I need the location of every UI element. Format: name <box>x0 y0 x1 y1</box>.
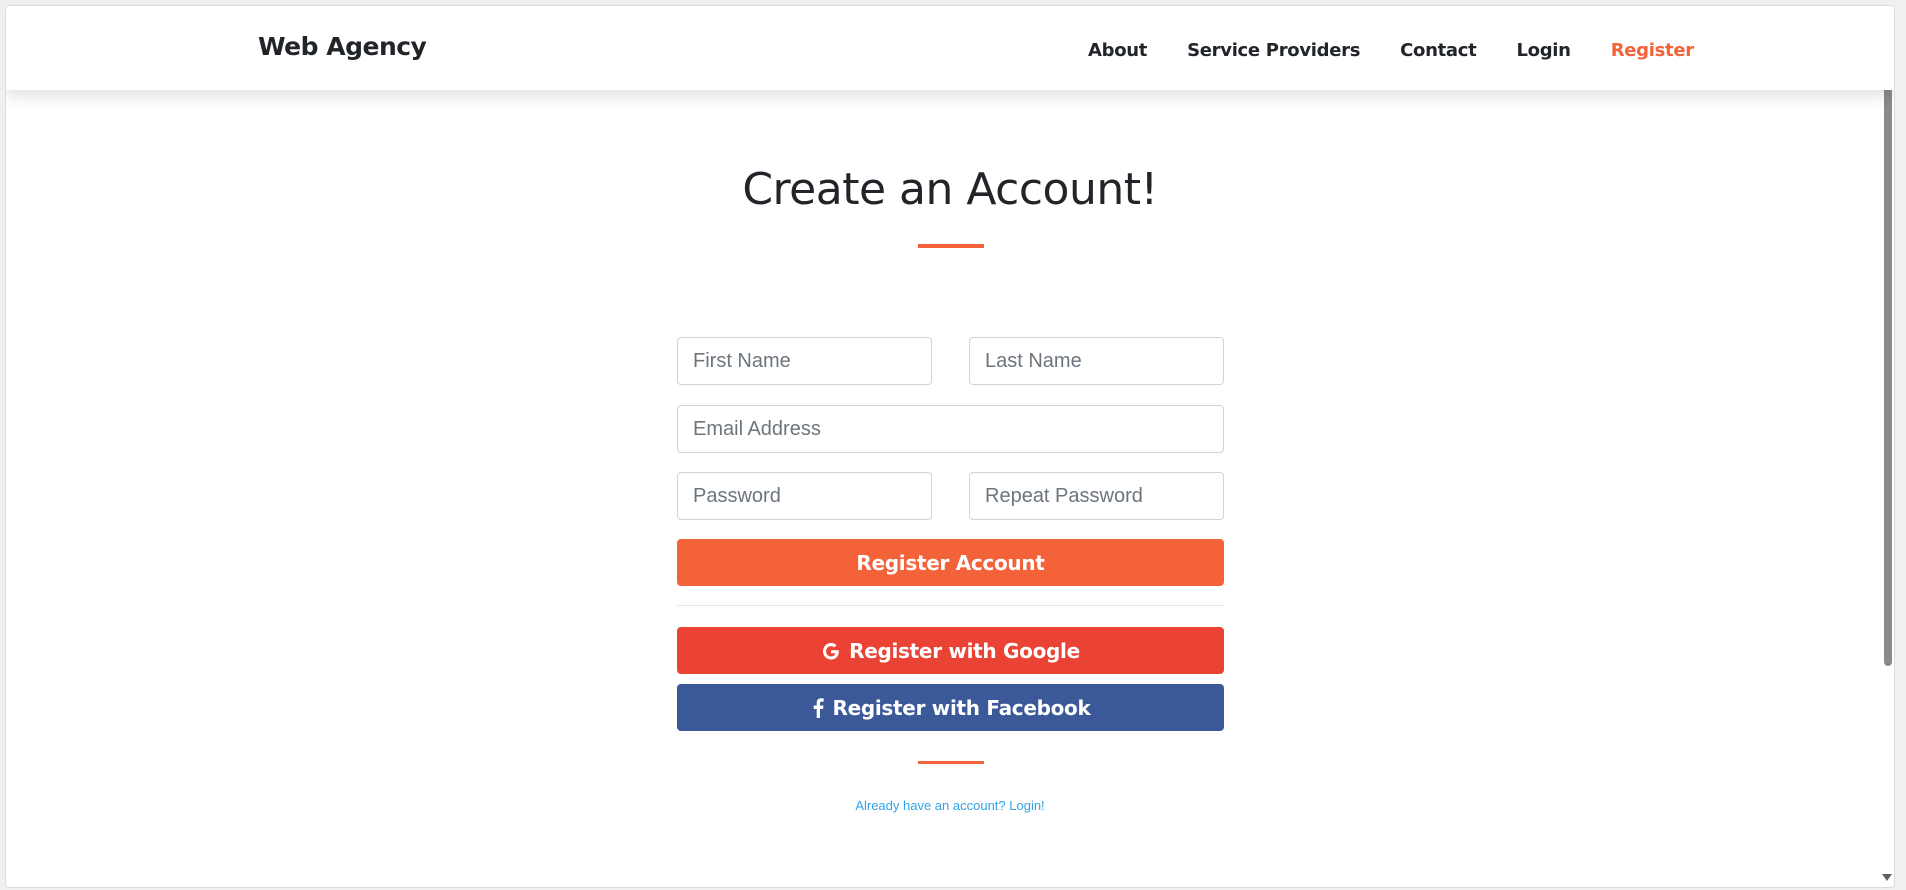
login-link[interactable]: Already have an account? Login! <box>6 798 1894 813</box>
register-account-label: Register Account <box>856 550 1045 575</box>
email-input[interactable] <box>677 405 1224 453</box>
register-account-button[interactable]: Register Account <box>677 539 1224 586</box>
form-divider <box>677 605 1224 606</box>
scroll-thumb[interactable] <box>1884 34 1892 666</box>
navbar: Web Agency About Service Providers Conta… <box>6 6 1894 90</box>
facebook-icon <box>811 697 825 718</box>
scroll-down-icon[interactable] <box>1882 874 1892 881</box>
brand-logo[interactable]: Web Agency <box>258 32 427 61</box>
bottom-divider <box>918 761 984 764</box>
nav-link-login[interactable]: Login <box>1516 40 1571 61</box>
last-name-input[interactable] <box>969 337 1224 385</box>
nav-link-service-providers[interactable]: Service Providers <box>1187 40 1360 61</box>
vertical-scrollbar[interactable] <box>1880 6 1894 887</box>
google-icon <box>821 641 841 661</box>
nav-link-register[interactable]: Register <box>1611 40 1694 61</box>
password-input[interactable] <box>677 472 932 520</box>
nav-link-contact[interactable]: Contact <box>1400 40 1477 61</box>
register-google-button[interactable]: Register with Google <box>677 627 1224 674</box>
browser-viewport: Web Agency About Service Providers Conta… <box>5 5 1895 888</box>
title-divider <box>918 244 984 248</box>
register-facebook-label: Register with Facebook <box>832 695 1091 720</box>
register-facebook-button[interactable]: Register with Facebook <box>677 684 1224 731</box>
page-title: Create an Account! <box>742 164 1158 215</box>
nav-link-about[interactable]: About <box>1088 40 1147 61</box>
nav-links: About Service Providers Contact Login Re… <box>1088 40 1694 61</box>
first-name-input[interactable] <box>677 337 932 385</box>
register-google-label: Register with Google <box>849 638 1080 663</box>
repeat-password-input[interactable] <box>969 472 1224 520</box>
